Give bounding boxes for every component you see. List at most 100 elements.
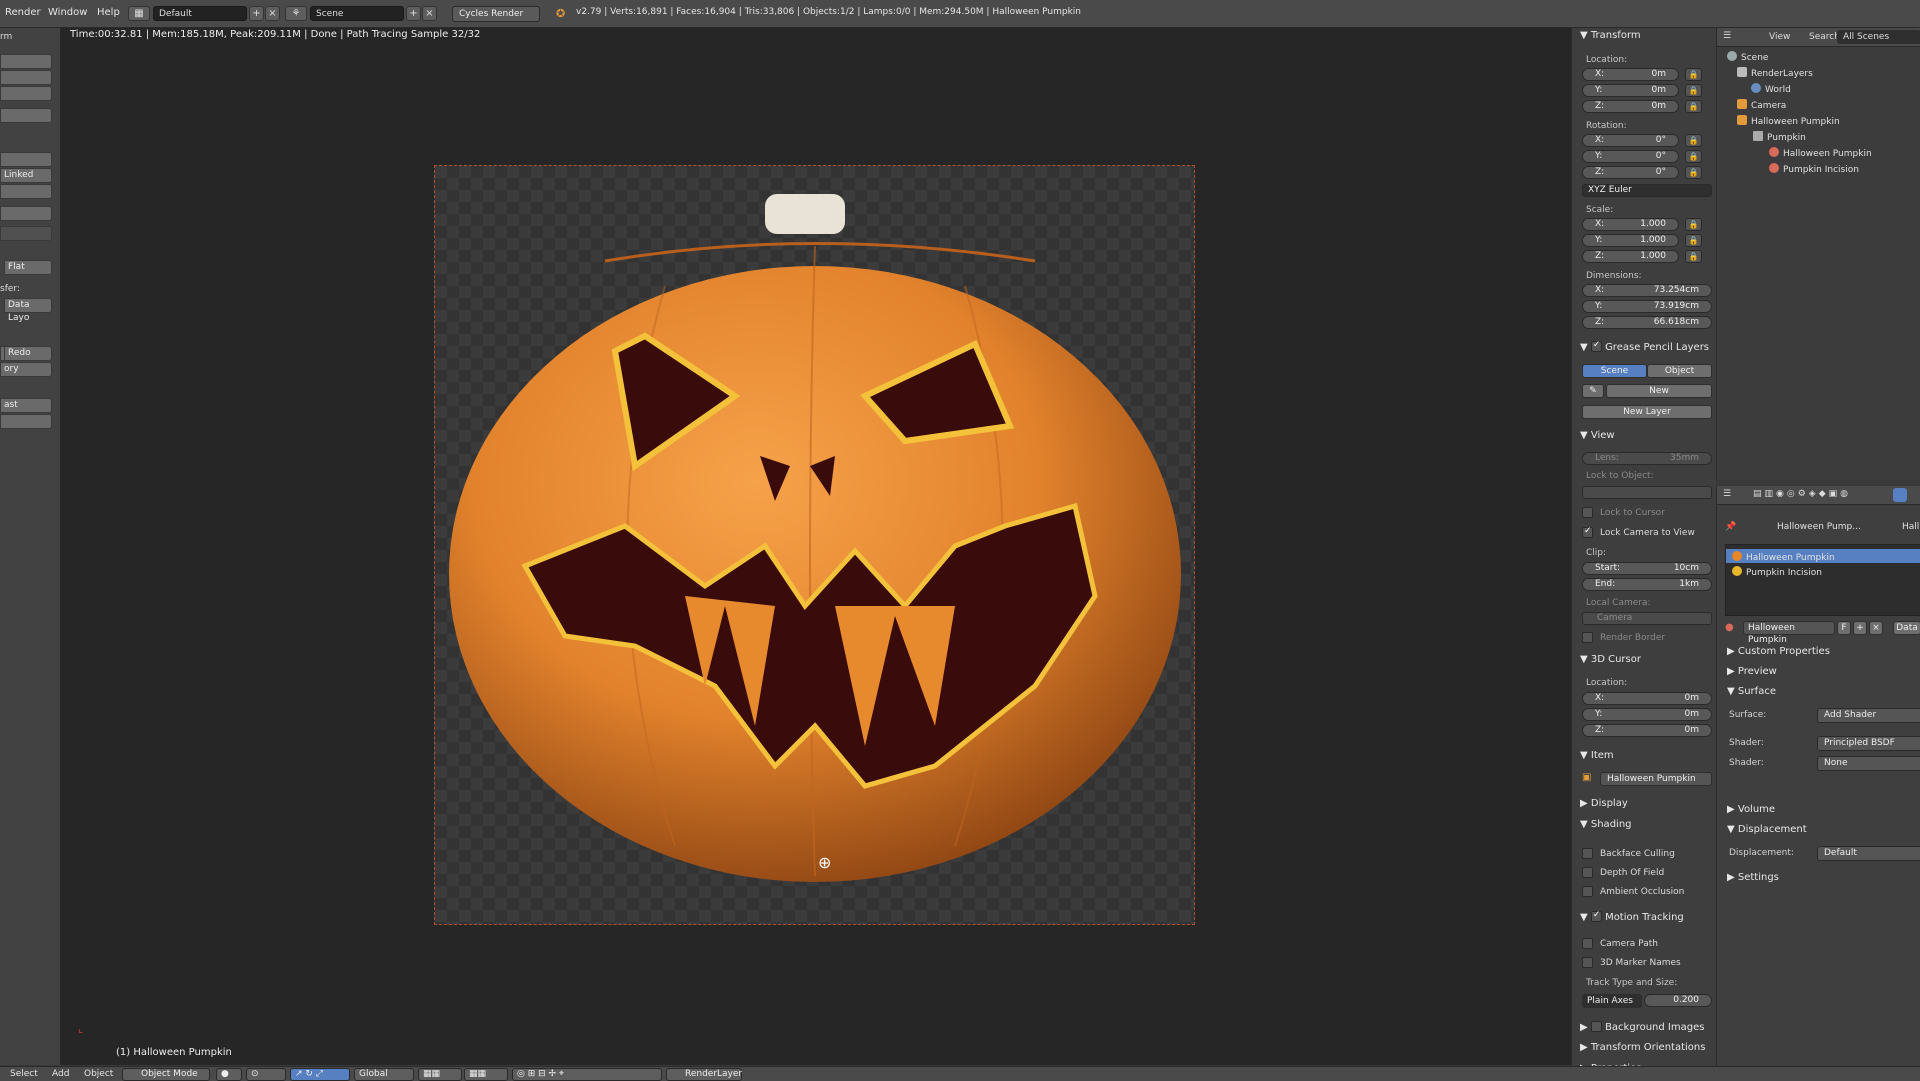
cursor-x-field[interactable]: X: 0m xyxy=(1582,692,1712,705)
material-slot-selected[interactable]: Halloween Pumpkin xyxy=(1726,549,1920,563)
transform-header[interactable]: ▼ Transform xyxy=(1580,30,1641,41)
renderlayer-field[interactable]: RenderLayer xyxy=(666,1068,742,1081)
track-type-dropdown[interactable]: Plain Axes xyxy=(1582,994,1642,1008)
background-images-header[interactable]: ▶ Background Images xyxy=(1580,1021,1704,1033)
cursor-z-field[interactable]: Z: 0m xyxy=(1582,724,1712,737)
lock-icon[interactable]: 🔒 xyxy=(1685,150,1702,163)
location-z-field[interactable]: Z: 0m xyxy=(1582,100,1679,113)
add-layout-icon[interactable]: + xyxy=(249,6,264,21)
tool-button[interactable] xyxy=(0,86,52,101)
scale-z-field[interactable]: Z: 1.000 xyxy=(1582,250,1679,263)
tool-button[interactable] xyxy=(0,54,52,69)
orientation-dropdown[interactable]: Global xyxy=(354,1068,414,1081)
new-grease-button[interactable]: New xyxy=(1606,384,1712,398)
displacement-field[interactable]: Default xyxy=(1817,846,1920,861)
data-link-dropdown[interactable]: Data xyxy=(1893,621,1920,635)
outliner-renderlayers[interactable]: RenderLayers xyxy=(1737,67,1813,79)
rotation-y-field[interactable]: Y: 0° xyxy=(1582,150,1679,163)
camera-path-checkbox[interactable] xyxy=(1582,938,1593,949)
outliner-world[interactable]: World xyxy=(1751,83,1791,95)
rotation-mode-dropdown[interactable]: XYZ Euler xyxy=(1582,184,1712,197)
close-scene-icon[interactable]: × xyxy=(422,6,437,21)
transform-orientations-header[interactable]: ▶ Transform Orientations xyxy=(1580,1042,1705,1053)
mode-dropdown[interactable]: Object Mode xyxy=(122,1068,210,1081)
background-images-checkbox[interactable] xyxy=(1590,1021,1602,1032)
outliner-search-menu[interactable]: Search xyxy=(1809,32,1840,42)
location-y-field[interactable]: Y: 0m xyxy=(1582,84,1679,97)
tool-button[interactable] xyxy=(0,152,52,167)
ao-checkbox[interactable] xyxy=(1582,886,1593,897)
fake-user-button[interactable]: F xyxy=(1837,621,1851,635)
data-layout-button[interactable]: Data Layo xyxy=(4,298,52,323)
outliner-material-incision[interactable]: Pumpkin Incision xyxy=(1769,163,1859,175)
preview-header[interactable]: ▶ Preview xyxy=(1727,666,1777,677)
lock-icon[interactable]: 🔒 xyxy=(1685,234,1702,247)
dimension-z-field[interactable]: Z: 66.618cm xyxy=(1582,316,1712,329)
outliner-pumpkin-mesh[interactable]: Pumpkin xyxy=(1753,131,1806,143)
clip-start-field[interactable]: Start: 10cm xyxy=(1582,562,1712,575)
outliner-halloween-pumpkin[interactable]: Halloween Pumpkin xyxy=(1737,115,1840,127)
cursor-y-field[interactable]: Y: 0m xyxy=(1582,708,1712,721)
item-name-field[interactable]: Halloween Pumpkin xyxy=(1600,772,1712,786)
lock-icon[interactable]: 🔒 xyxy=(1685,218,1702,231)
dimension-y-field[interactable]: Y: 73.919cm xyxy=(1582,300,1712,313)
dimension-x-field[interactable]: X: 73.254cm xyxy=(1582,284,1712,297)
custom-properties-header[interactable]: ▶ Custom Properties xyxy=(1727,646,1830,657)
3d-cursor-icon[interactable]: ⊕ xyxy=(818,853,831,872)
scene-icon[interactable]: ⚘ xyxy=(285,6,307,21)
dof-checkbox[interactable] xyxy=(1582,867,1593,878)
outliner-camera[interactable]: Camera xyxy=(1737,99,1786,111)
scale-x-field[interactable]: X: 1.000 xyxy=(1582,218,1679,231)
last-button[interactable]: ast xyxy=(0,398,52,413)
grease-object-tab[interactable]: Object xyxy=(1647,364,1712,378)
view-header[interactable]: ▼ View xyxy=(1580,430,1615,441)
menu-render[interactable]: Render xyxy=(5,7,41,18)
menu-add[interactable]: Add xyxy=(52,1069,69,1079)
tool-button[interactable] xyxy=(0,184,52,199)
linked-button[interactable]: Linked xyxy=(0,168,52,183)
properties-editor-icon[interactable]: ☰ xyxy=(1723,489,1731,499)
lens-field[interactable]: Lens: 35mm xyxy=(1582,452,1712,465)
marker-names-checkbox[interactable] xyxy=(1582,957,1593,968)
shading-header[interactable]: ▼ Shading xyxy=(1580,819,1632,830)
new-layer-button[interactable]: New Layer xyxy=(1582,405,1712,419)
menu-object[interactable]: Object xyxy=(84,1069,113,1079)
local-camera-field[interactable]: Camera xyxy=(1582,612,1712,625)
shading-mode-icon[interactable]: ● xyxy=(216,1068,242,1081)
grease-pencil-header[interactable]: ▼ Grease Pencil Layers xyxy=(1580,340,1709,353)
pin-icon[interactable]: 📌 xyxy=(1725,522,1736,532)
manipulator-icons[interactable]: ↗ ↻ ⤢ xyxy=(290,1068,350,1081)
material-name-field[interactable]: Halloween Pumpkin xyxy=(1743,621,1835,645)
lock-icon[interactable]: 🔒 xyxy=(1685,68,1702,81)
layers-grid-icon[interactable]: ▦▦ xyxy=(418,1068,462,1081)
backface-checkbox[interactable] xyxy=(1582,848,1593,859)
scene-field[interactable]: Scene xyxy=(310,6,404,21)
scale-y-field[interactable]: Y: 1.000 xyxy=(1582,234,1679,247)
tool-button[interactable] xyxy=(0,70,52,85)
lock-camera-checkbox[interactable] xyxy=(1582,526,1593,538)
grease-pencil-checkbox[interactable] xyxy=(1590,340,1602,352)
pencil-icon[interactable]: ✎ xyxy=(1582,384,1604,398)
motion-tracking-checkbox[interactable] xyxy=(1590,910,1602,922)
material-slot[interactable]: Pumpkin Incision xyxy=(1732,566,1822,578)
lock-icon[interactable]: 🔒 xyxy=(1685,100,1702,113)
remove-material-icon[interactable]: × xyxy=(1869,621,1883,635)
layout-field[interactable]: Default xyxy=(153,6,247,21)
display-header[interactable]: ▶ Display xyxy=(1580,798,1628,809)
cursor-header[interactable]: ▼ 3D Cursor xyxy=(1580,654,1641,665)
rotation-x-field[interactable]: X: 0° xyxy=(1582,134,1679,147)
layout-grid-icon[interactable]: ▦ xyxy=(128,6,150,21)
layers-grid-icon[interactable]: ▦▦ xyxy=(464,1068,508,1081)
material-tab-icon[interactable] xyxy=(1893,488,1907,502)
item-header[interactable]: ▼ Item xyxy=(1580,750,1614,761)
volume-header[interactable]: ▶ Volume xyxy=(1727,804,1775,815)
tool-button[interactable] xyxy=(0,206,52,221)
render-border-checkbox[interactable] xyxy=(1582,632,1593,643)
surface-header[interactable]: ▼ Surface xyxy=(1727,686,1776,697)
close-layout-icon[interactable]: × xyxy=(265,6,280,21)
menu-help[interactable]: Help xyxy=(97,7,120,18)
rotation-z-field[interactable]: Z: 0° xyxy=(1582,166,1679,179)
displacement-header[interactable]: ▼ Displacement xyxy=(1727,824,1807,835)
location-x-field[interactable]: X: 0m xyxy=(1582,68,1679,81)
tool-button[interactable] xyxy=(0,108,52,123)
